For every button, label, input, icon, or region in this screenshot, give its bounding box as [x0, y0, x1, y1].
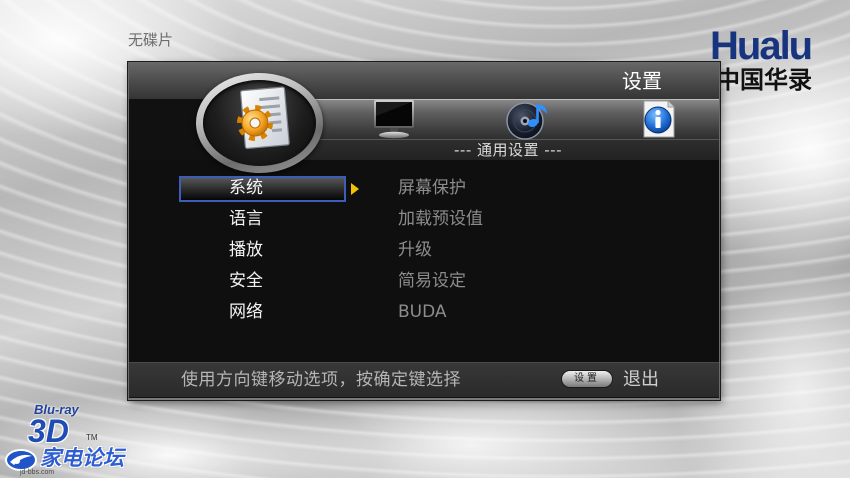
tab-display[interactable] [373, 99, 415, 139]
tab-info[interactable] [637, 99, 679, 139]
audio-disc-icon [506, 102, 547, 140]
exit-label: 退出 [623, 369, 659, 390]
submenu-item-screensaver[interactable]: 屏幕保护 [398, 173, 466, 204]
brand-logo: Hualu 中国华录 [710, 26, 830, 96]
submenu-arrow-icon [351, 183, 359, 195]
exit-key-button[interactable]: 设置 [562, 371, 612, 387]
tab-audio[interactable] [504, 98, 550, 140]
forum-url-watermark: jd-bbs.com [20, 469, 55, 476]
trademark-mark: TM [86, 433, 98, 442]
submenu-item-load-defaults[interactable]: 加载预设值 [398, 204, 483, 235]
menu-item-security[interactable]: 安全 [229, 266, 263, 297]
menu-item-language[interactable]: 语言 [229, 204, 263, 235]
submenu-item-buda[interactable]: BUDA [398, 297, 447, 328]
footer-bar: 使用方向键移动选项，按确定键选择 设置 退出 [129, 362, 719, 397]
disc-status: 无碟片 [128, 31, 174, 49]
submenu-item-upgrade[interactable]: 升级 [398, 235, 432, 266]
section-title: --- 通用设置 --- [454, 141, 563, 159]
menu-item-system[interactable]: 系统 [229, 173, 263, 204]
forum-watermark: 家电论坛 [40, 446, 124, 470]
navigation-hint: 使用方向键移动选项，按确定键选择 [181, 370, 461, 390]
settings-panel: 设置 --- 通用设置 --- 系统 语言 播放 安全 网络 屏幕保护 加载预设… [128, 62, 720, 400]
general-settings-icon [237, 86, 290, 149]
menu-item-network[interactable]: 网络 [229, 297, 263, 328]
bluray-3d-logo: 3D [28, 413, 69, 449]
brand-subtitle: 中国华录 [716, 66, 812, 94]
brand-name: Hualu [710, 24, 813, 68]
submenu-item-easy-setup[interactable]: 简易设定 [398, 266, 466, 297]
panel-title: 设置 [622, 69, 662, 93]
info-icon [643, 100, 675, 138]
display-monitor-icon [374, 100, 414, 139]
tab-general-settings[interactable] [196, 73, 323, 173]
menu-item-playback[interactable]: 播放 [229, 235, 263, 266]
